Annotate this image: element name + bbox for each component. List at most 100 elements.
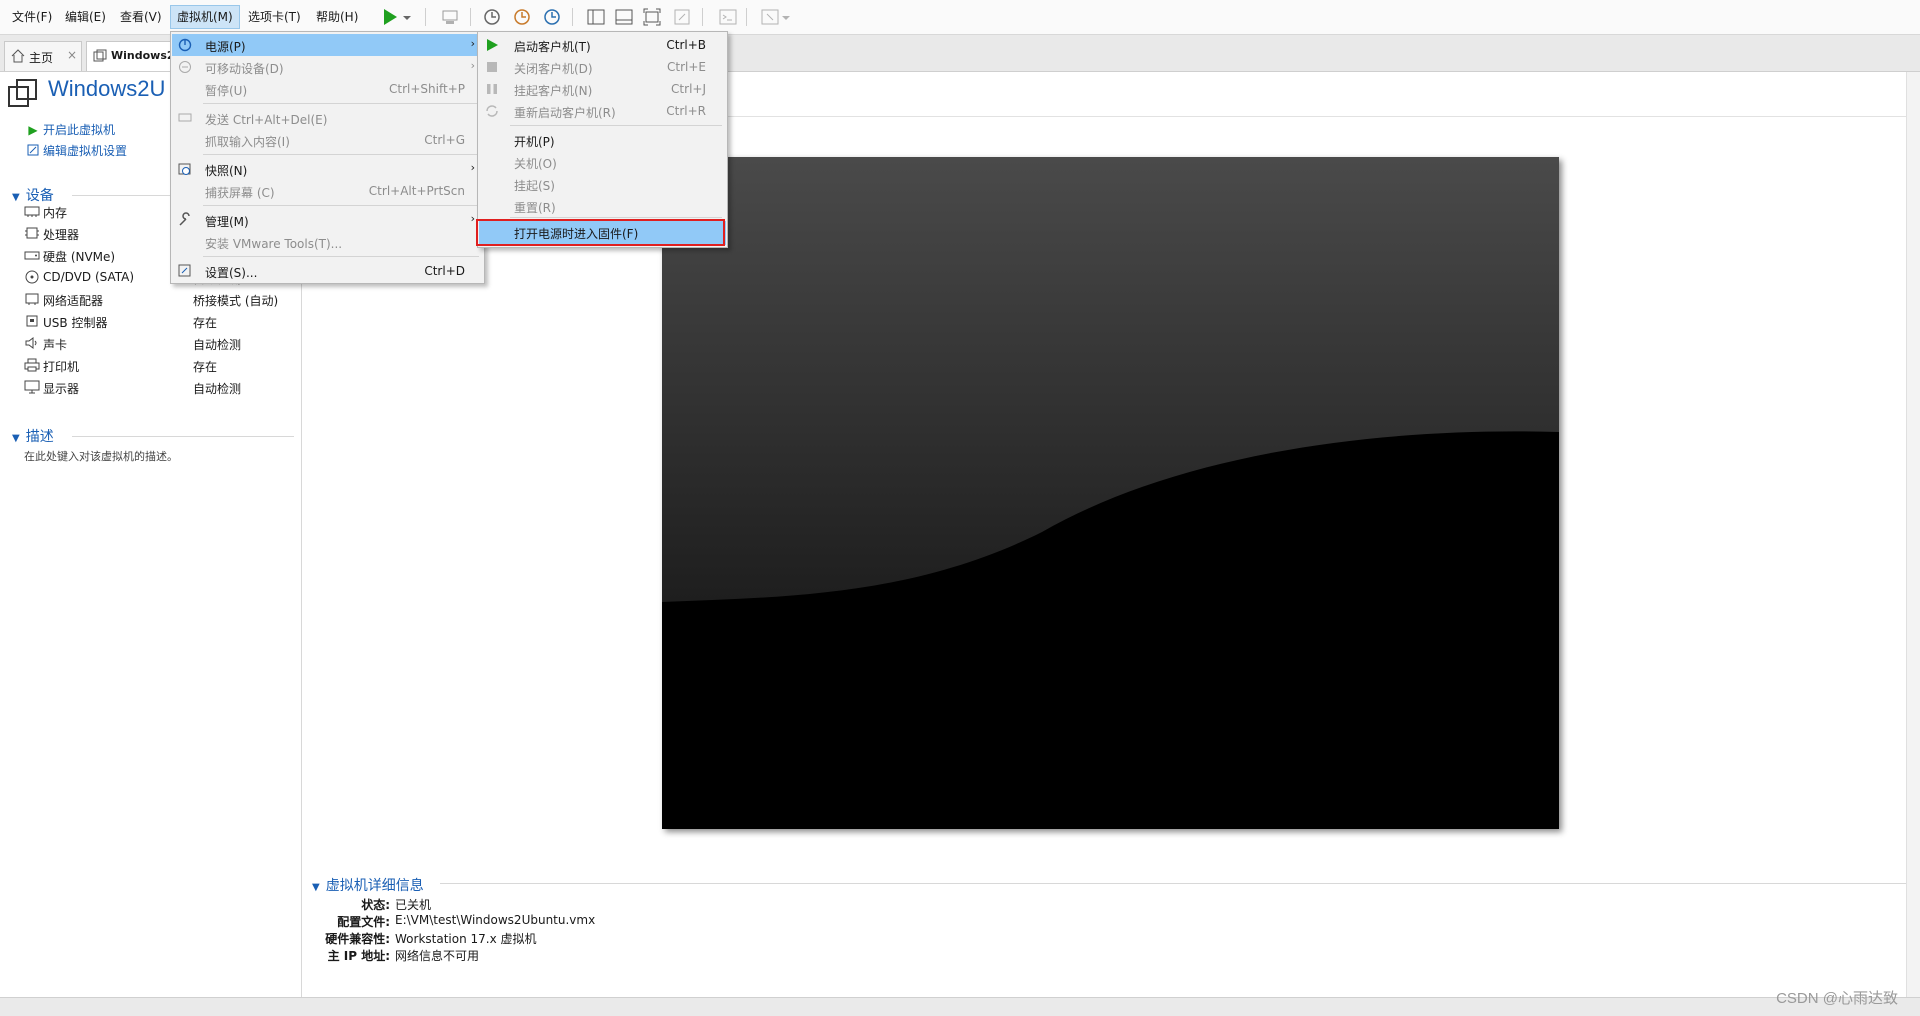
menu-item-shortcut: Ctrl+G — [424, 133, 465, 147]
vm-screen-thumbnail[interactable] — [662, 157, 1559, 829]
vm-large-icon — [8, 79, 37, 107]
watermark: CSDN @心雨达致 — [1776, 990, 1898, 1007]
menu-item-label: 捕获屏幕 (C) — [205, 186, 275, 200]
tab-vm-label: Windows2 — [111, 49, 175, 62]
snapshot-manager-icon[interactable] — [542, 7, 562, 27]
power-menu-item[interactable]: 挂起客户机(N) Ctrl+J — [479, 78, 726, 100]
snapshot-icon — [178, 163, 191, 175]
menu-separator — [203, 154, 479, 155]
stretch-icon[interactable] — [760, 7, 780, 27]
menu-item-label: 重置(R) — [514, 201, 556, 215]
details-header-label: 虚拟机详细信息 — [325, 878, 424, 894]
device-value: 存在 — [193, 360, 218, 374]
device-name: 硬盘 (NVMe) — [43, 250, 116, 264]
send-keys-icon[interactable] — [440, 7, 460, 27]
details-header[interactable]: ▼ 虚拟机详细信息 — [312, 875, 424, 895]
play-dropdown-icon[interactable] — [400, 7, 414, 27]
full-screen-icon[interactable] — [642, 7, 662, 27]
vm-menu-item[interactable]: 快照(N) › — [172, 158, 483, 180]
detail-label: 配置文件: — [337, 915, 390, 929]
menu-item-label: 关闭客户机(D) — [514, 62, 593, 76]
menu-file[interactable]: 文件(F) — [6, 6, 58, 28]
vm-menu-item[interactable]: 设置(S)... Ctrl+D — [172, 260, 483, 282]
menu-tabs[interactable]: 选项卡(T) — [242, 6, 307, 28]
play-icon: ▶ — [28, 123, 38, 137]
play-icon[interactable] — [380, 7, 400, 27]
power-menu-item[interactable]: 开机(P) — [479, 129, 726, 151]
toolbar-separator — [470, 8, 471, 26]
edit-settings-link[interactable]: 编辑虚拟机设置 — [26, 142, 127, 159]
power-menu-item[interactable]: 关机(O) — [479, 151, 726, 173]
device-row[interactable]: 打印机 存在 — [24, 357, 294, 375]
detail-value: 已关机 — [395, 898, 432, 912]
device-row[interactable]: 显示器 自动检测 — [24, 379, 294, 397]
send-keys-icon — [178, 113, 192, 122]
submenu-arrow-icon: › — [470, 37, 475, 50]
power-on-label: 开启此虚拟机 — [43, 123, 116, 137]
console-icon[interactable] — [718, 7, 738, 27]
vm-menu-item[interactable]: 抓取输入内容(I) Ctrl+G — [172, 129, 483, 151]
snapshot-icon[interactable] — [482, 7, 502, 27]
unity-icon[interactable] — [672, 7, 692, 27]
stretch-dropdown-icon[interactable] — [780, 7, 792, 27]
status-bar — [0, 997, 1920, 1016]
vm-menu-dropdown: 电源(P) › 可移动设备(D) › 暂停(U) Ctrl+Shift+P 发送 Ctrl+… — [170, 31, 485, 284]
menu-view[interactable]: 查看(V) — [114, 6, 168, 28]
power-menu-item[interactable]: 重新启动客户机(R) Ctrl+R — [479, 100, 726, 122]
device-value: 桥接模式 (自动) — [193, 294, 279, 308]
display-icon — [24, 380, 40, 394]
device-row[interactable]: 声卡 自动检测 — [24, 335, 294, 353]
pause-icon — [487, 84, 497, 94]
close-icon[interactable]: × — [67, 48, 77, 62]
vm-menu-item[interactable]: 电源(P) › — [172, 34, 483, 56]
section-divider — [440, 883, 1910, 884]
toolbar-separator — [702, 8, 703, 26]
power-submenu: 启动客户机(T) Ctrl+B 关闭客户机(D) Ctrl+E 挂起客户机(N) Ctrl… — [477, 31, 728, 248]
detail-value: E:\VM\test\Windows2Ubuntu.vmx — [395, 913, 596, 927]
device-name: 网络适配器 — [43, 294, 104, 308]
menu-item-label: 挂起客户机(N) — [514, 84, 593, 98]
menu-vm[interactable]: 虚拟机(M) — [170, 5, 240, 29]
devices-header[interactable]: ▼ 设备 — [12, 185, 54, 205]
edit-settings-label: 编辑虚拟机设置 — [43, 144, 128, 158]
vm-menu-item[interactable]: 捕获屏幕 (C) Ctrl+Alt+PrtScn — [172, 180, 483, 202]
menu-edit[interactable]: 编辑(E) — [59, 6, 112, 28]
description-text[interactable]: 在此处键入对该虚拟机的描述。 — [24, 448, 178, 464]
device-row[interactable]: 网络适配器 桥接模式 (自动) — [24, 291, 294, 309]
menu-separator — [203, 256, 479, 257]
vm-menu-item[interactable]: 可移动设备(D) › — [172, 56, 483, 78]
device-name: 显示器 — [43, 382, 80, 396]
home-icon — [11, 49, 25, 63]
collapse-icon: ▼ — [312, 882, 320, 893]
printer-icon — [24, 358, 40, 372]
vm-menu-item[interactable]: 发送 Ctrl+Alt+Del(E) — [172, 107, 483, 129]
library-view-icon[interactable] — [586, 7, 606, 27]
menu-help[interactable]: 帮助(H) — [310, 6, 364, 28]
devices-header-label: 设备 — [25, 188, 54, 204]
power-menu-item[interactable]: 关闭客户机(D) Ctrl+E — [479, 56, 726, 78]
cpu-icon — [25, 227, 39, 239]
vm-icon — [93, 49, 107, 62]
power-menu-item[interactable]: 启动客户机(T) Ctrl+B — [479, 34, 726, 56]
revert-snapshot-icon[interactable] — [512, 7, 532, 27]
menu-bar: 文件(F) 编辑(E) 查看(V) 虚拟机(M) 选项卡(T) 帮助(H) — [0, 0, 1920, 35]
menu-item-label: 关机(O) — [514, 157, 557, 171]
device-value: 自动检测 — [193, 382, 242, 396]
detail-label: 状态: — [361, 898, 390, 912]
detail-label: 主 IP 地址: — [327, 949, 390, 963]
menu-item-label: 发送 Ctrl+Alt+Del(E) — [205, 113, 328, 127]
power-menu-item[interactable]: 重置(R) — [479, 195, 726, 217]
power-on-link[interactable]: ▶ 开启此虚拟机 — [26, 121, 115, 138]
menu-item-label: 启动客户机(T) — [514, 40, 591, 54]
thumbnail-view-icon[interactable] — [614, 7, 634, 27]
device-row[interactable]: USB 控制器 存在 — [24, 313, 294, 331]
toolbar-separator — [425, 8, 426, 26]
scrollbar[interactable] — [1906, 72, 1920, 997]
tab-home[interactable]: 主页 × — [4, 41, 82, 71]
vm-menu-item[interactable]: 安装 VMware Tools(T)... — [172, 231, 483, 253]
vm-menu-item[interactable]: 暂停(U) Ctrl+Shift+P — [172, 78, 483, 100]
vm-menu-item[interactable]: 管理(M) › — [172, 209, 483, 231]
detail-value: Workstation 17.x 虚拟机 — [395, 932, 537, 946]
description-header[interactable]: ▼ 描述 — [12, 426, 54, 446]
power-menu-item[interactable]: 挂起(S) — [479, 173, 726, 195]
